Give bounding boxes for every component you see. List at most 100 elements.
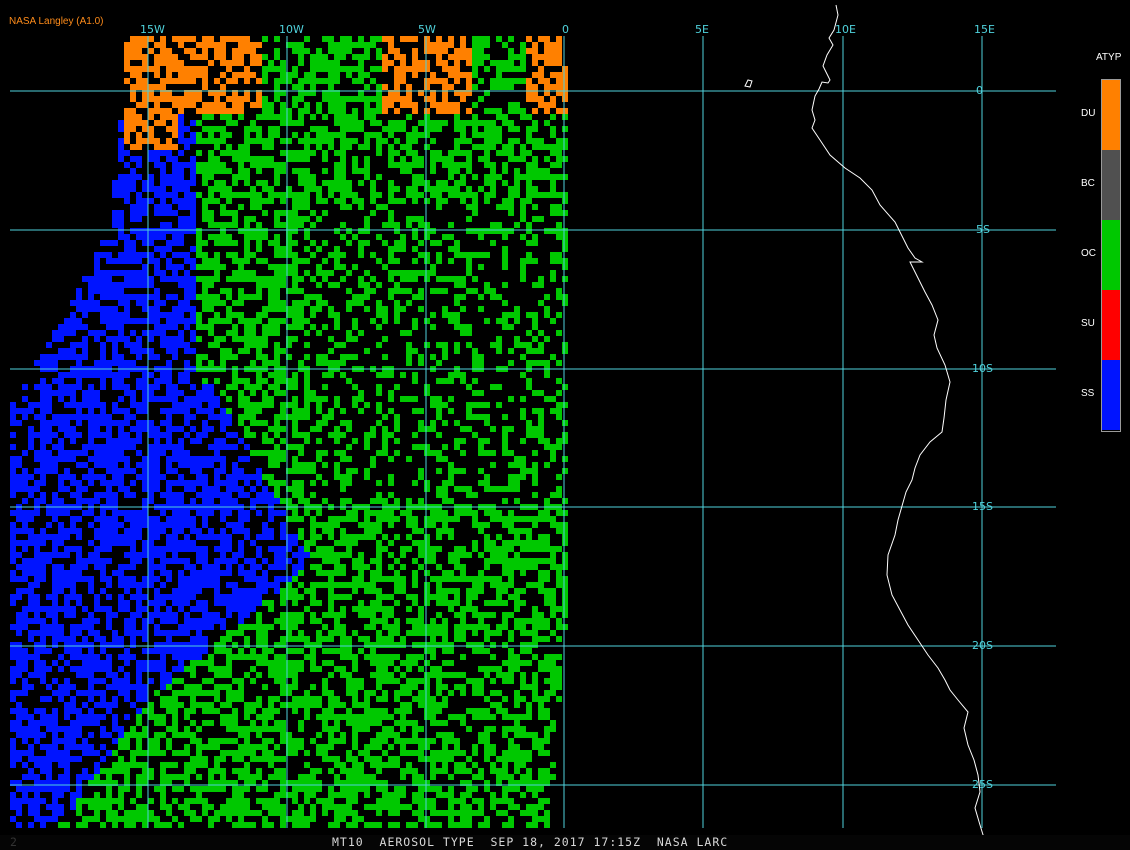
aerosol-pixel — [178, 666, 184, 672]
aerosol-pixel — [310, 480, 316, 486]
aerosol-pixel — [232, 522, 238, 528]
aerosol-pixel — [238, 624, 244, 630]
aerosol-pixel — [364, 432, 370, 438]
aerosol-pixel — [100, 402, 106, 408]
aerosol-pixel — [394, 438, 400, 444]
aerosol-pixel — [166, 204, 172, 210]
aerosol-pixel — [226, 582, 232, 588]
aerosol-pixel — [490, 60, 496, 66]
aerosol-pixel — [274, 390, 280, 396]
aerosol-pixel — [448, 162, 454, 168]
aerosol-pixel — [424, 234, 430, 240]
aerosol-pixel — [304, 228, 310, 234]
aerosol-pixel — [406, 102, 412, 108]
aerosol-pixel — [190, 72, 196, 78]
aerosol-pixel — [250, 654, 256, 660]
aerosol-pixel — [406, 456, 412, 462]
aerosol-pixel — [508, 186, 514, 192]
aerosol-pixel — [298, 138, 304, 144]
aerosol-pixel — [40, 432, 46, 438]
aerosol-pixel — [328, 36, 334, 42]
aerosol-pixel — [154, 60, 160, 66]
aerosol-pixel — [412, 180, 418, 186]
aerosol-pixel — [298, 492, 304, 498]
aerosol-pixel — [64, 612, 70, 618]
aerosol-pixel — [214, 594, 220, 600]
aerosol-pixel — [454, 318, 460, 324]
aerosol-pixel — [160, 210, 166, 216]
aerosol-pixel — [550, 354, 556, 360]
aerosol-pixel — [496, 516, 502, 522]
aerosol-pixel — [280, 390, 286, 396]
aerosol-pixel — [160, 180, 166, 186]
aerosol-pixel — [154, 54, 160, 60]
aerosol-pixel — [298, 276, 304, 282]
aerosol-pixel — [352, 678, 358, 684]
aerosol-pixel — [346, 192, 352, 198]
aerosol-pixel — [292, 306, 298, 312]
aerosol-pixel — [232, 108, 238, 114]
aerosol-pixel — [358, 168, 364, 174]
aerosol-pixel — [526, 114, 532, 120]
aerosol-pixel — [106, 282, 112, 288]
aerosol-pixel — [388, 432, 394, 438]
aerosol-pixel — [430, 186, 436, 192]
aerosol-pixel — [526, 630, 532, 636]
aerosol-pixel — [448, 36, 454, 42]
aerosol-pixel — [226, 66, 232, 72]
aerosol-pixel — [184, 510, 190, 516]
aerosol-pixel — [226, 252, 232, 258]
aerosol-pixel — [532, 546, 538, 552]
aerosol-pixel — [178, 114, 184, 120]
aerosol-pixel — [190, 174, 196, 180]
aerosol-pixel — [226, 78, 232, 84]
aerosol-pixel — [184, 204, 190, 210]
aerosol-pixel — [472, 204, 478, 210]
aerosol-pixel — [148, 522, 154, 528]
aerosol-pixel — [100, 558, 106, 564]
aerosol-pixel — [466, 510, 472, 516]
aerosol-pixel — [94, 528, 100, 534]
aerosol-pixel — [526, 516, 532, 522]
aerosol-pixel — [154, 648, 160, 654]
aerosol-pixel — [232, 630, 238, 636]
aerosol-pixel — [364, 606, 370, 612]
aerosol-pixel — [460, 450, 466, 456]
aerosol-pixel — [556, 378, 562, 384]
aerosol-pixel — [154, 642, 160, 648]
aerosol-pixel — [136, 558, 142, 564]
aerosol-pixel — [106, 240, 112, 246]
aerosol-pixel — [136, 300, 142, 306]
aerosol-pixel — [268, 492, 274, 498]
aerosol-pixel — [358, 228, 364, 234]
aerosol-pixel — [460, 96, 466, 102]
aerosol-pixel — [328, 372, 334, 378]
aerosol-pixel — [52, 534, 58, 540]
aerosol-pixel — [214, 156, 220, 162]
aerosol-pixel — [484, 180, 490, 186]
aerosol-pixel — [106, 336, 112, 342]
aerosol-pixel — [394, 258, 400, 264]
aerosol-pixel — [70, 582, 76, 588]
aerosol-pixel — [298, 570, 304, 576]
aerosol-pixel — [490, 144, 496, 150]
aerosol-pixel — [64, 420, 70, 426]
aerosol-pixel — [334, 246, 340, 252]
aerosol-pixel — [172, 198, 178, 204]
aerosol-pixel — [358, 240, 364, 246]
aerosol-pixel — [262, 36, 268, 42]
aerosol-pixel — [394, 312, 400, 318]
aerosol-pixel — [496, 138, 502, 144]
aerosol-pixel — [274, 546, 280, 552]
aerosol-pixel — [220, 336, 226, 342]
aerosol-pixel — [202, 396, 208, 402]
aerosol-pixel — [124, 390, 130, 396]
aerosol-pixel — [190, 588, 196, 594]
aerosol-pixel — [52, 492, 58, 498]
aerosol-pixel — [70, 564, 76, 570]
aerosol-pixel — [562, 264, 568, 270]
aerosol-pixel — [532, 582, 538, 588]
aerosol-pixel — [256, 282, 262, 288]
aerosol-pixel — [544, 36, 550, 42]
aerosol-pixel — [124, 528, 130, 534]
